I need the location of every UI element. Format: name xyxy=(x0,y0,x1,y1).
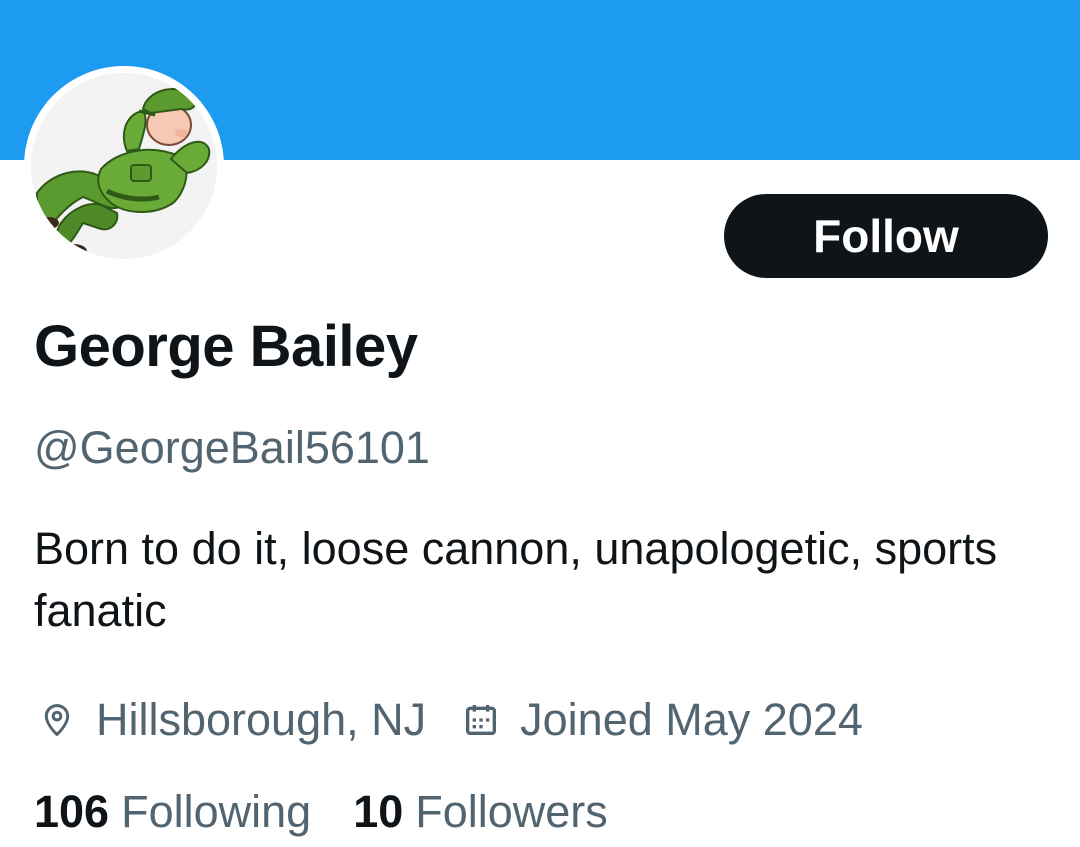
location-item: Hillsborough, NJ xyxy=(34,694,426,746)
joined-text: Joined May 2024 xyxy=(520,694,863,745)
follow-button[interactable]: Follow xyxy=(724,194,1048,278)
follow-stats: 106 Following 10 Followers xyxy=(34,786,608,838)
username-handle: @GeorgeBail56101 xyxy=(34,422,430,473)
joined-item: Joined May 2024 xyxy=(458,694,863,746)
profile-bio: Born to do it, loose cannon, unapologeti… xyxy=(34,523,998,636)
following-label: Following xyxy=(121,786,312,837)
followers-count: 10 xyxy=(353,786,404,837)
display-name: George Bailey xyxy=(34,314,418,379)
avatar[interactable] xyxy=(24,66,224,266)
location-pin-icon xyxy=(34,697,80,743)
following-link[interactable]: 106 Following xyxy=(34,786,311,838)
soldier-cartoon-image xyxy=(31,73,217,259)
followers-label: Followers xyxy=(415,786,608,837)
avatar-image xyxy=(31,73,217,259)
followers-link[interactable]: 10 Followers xyxy=(353,786,608,838)
location-text: Hillsborough, NJ xyxy=(96,694,427,745)
following-count: 106 xyxy=(34,786,110,837)
profile-page: Follow George Bailey @GeorgeBail56101 Bo… xyxy=(0,0,1080,847)
profile-meta: Hillsborough, NJ Joined May 2024 xyxy=(34,690,863,750)
calendar-icon xyxy=(458,697,504,743)
